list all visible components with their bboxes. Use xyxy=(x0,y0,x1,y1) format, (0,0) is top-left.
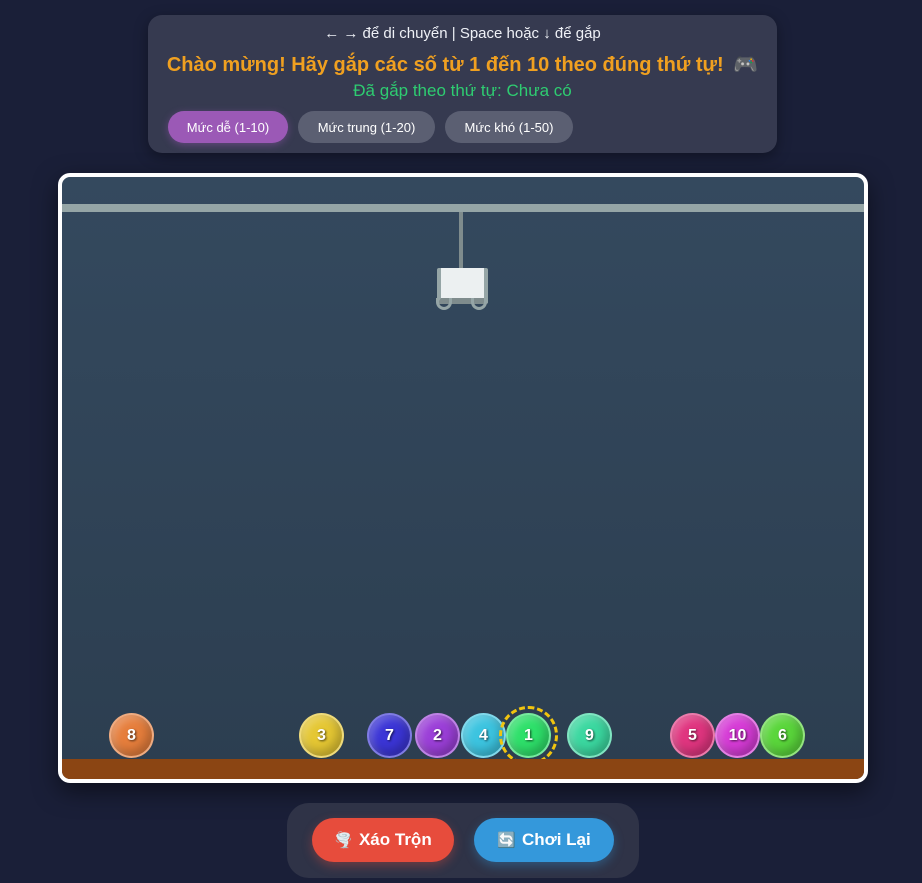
reset-button[interactable]: 🔄 Chơi Lại xyxy=(474,818,614,862)
ball[interactable]: 9 xyxy=(567,713,612,758)
claw-finger-left xyxy=(436,298,452,310)
game-area[interactable]: 8 3 7 2 4 1 9 5 10 6 xyxy=(58,173,868,783)
tornado-icon: 🌪️ xyxy=(334,832,353,849)
claw-cable xyxy=(459,212,463,272)
instructions-text: ← → để di chuyển | Space hoặc ↓ để gắp xyxy=(324,25,601,42)
claw-finger-right xyxy=(471,298,487,310)
ball-target[interactable]: 1 xyxy=(499,706,558,765)
ball[interactable]: 2 xyxy=(415,713,460,758)
level-medium-button[interactable]: Mức trung (1-20) xyxy=(298,111,435,143)
level-easy-button[interactable]: Mức dễ (1-10) xyxy=(168,111,288,143)
gamepad-icon: 🎮 xyxy=(733,54,759,76)
message-text: Chào mừng! Hãy gắp các số từ 1 đến 10 th… xyxy=(166,54,724,76)
ball[interactable]: 10 xyxy=(715,713,760,758)
claw-rail xyxy=(62,204,864,212)
ball[interactable]: 5 xyxy=(670,713,715,758)
reset-label: Chơi Lại xyxy=(521,830,591,849)
ball[interactable]: 7 xyxy=(367,713,412,758)
level-hard-button[interactable]: Mức khó (1-50) xyxy=(445,111,573,143)
shuffle-label: Xáo Trộn xyxy=(358,830,432,849)
claw-icon[interactable] xyxy=(436,268,488,310)
floor xyxy=(62,759,864,779)
refresh-icon: 🔄 xyxy=(497,832,516,849)
ball[interactable]: 6 xyxy=(760,713,805,758)
shuffle-button[interactable]: 🌪️ Xáo Trộn xyxy=(312,818,454,862)
progress-text: Đã gắp theo thứ tự: Chưa có xyxy=(353,81,572,100)
ball[interactable]: 3 xyxy=(299,713,344,758)
ball[interactable]: 8 xyxy=(109,713,154,758)
controls-panel: 🌪️ Xáo Trộn 🔄 Chơi Lại xyxy=(287,803,639,878)
top-panel: ← → để di chuyển | Space hoặc ↓ để gắp C… xyxy=(148,15,777,153)
game-message: Chào mừng! Hãy gắp các số từ 1 đến 10 th… xyxy=(148,52,777,77)
